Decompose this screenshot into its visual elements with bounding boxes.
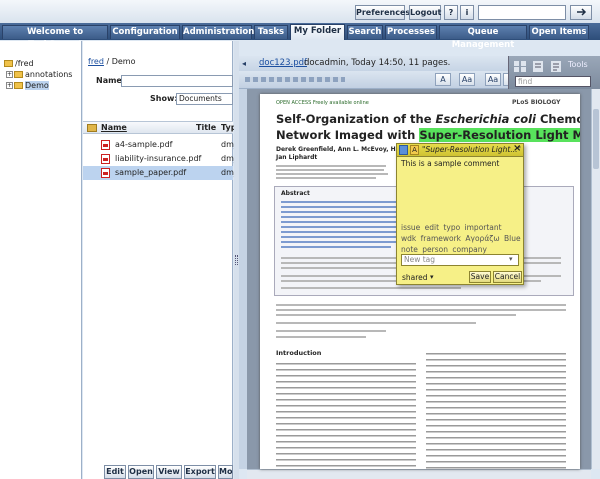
thumbnail-column (239, 89, 247, 469)
shared-select[interactable]: shared (402, 273, 428, 282)
abstract-heading: Abstract (281, 190, 310, 197)
tab-welcome[interactable]: Welcome to TaskSpace! (2, 25, 108, 50)
intro-heading: Introduction (276, 349, 322, 357)
file-row[interactable]: liability-insurance.pdf dm_ (83, 152, 238, 166)
folder-tree-pane (0, 41, 82, 479)
shared-dropdown-icon[interactable]: ▾ (430, 273, 434, 281)
tree-item-demo[interactable]: + Demo (6, 80, 49, 91)
show-filter-label: Show: (150, 94, 178, 103)
horizontal-scrollbar[interactable] (247, 469, 591, 479)
page-strip-thumbs[interactable] (245, 77, 345, 82)
tree-item-annotations[interactable]: + annotations (6, 69, 72, 80)
splitter-grip-icon[interactable] (235, 255, 238, 265)
pdf-icon (101, 154, 110, 164)
logout-button[interactable]: Logout (409, 5, 441, 20)
tab-configuration[interactable]: Configuration (110, 25, 180, 39)
body-column-right (426, 350, 566, 469)
font-size-large-icon[interactable]: Aa (485, 73, 501, 86)
highlight-tool-icon[interactable]: A (435, 73, 451, 86)
global-search-input[interactable] (478, 5, 566, 20)
pdf-icon (101, 168, 110, 178)
folder-icon (14, 71, 23, 78)
tools-label[interactable]: Tools (568, 60, 588, 69)
file-name[interactable]: sample_paper.pdf (115, 166, 186, 180)
paper-authors-line2: Jan Liphardt (276, 154, 318, 161)
view-button[interactable]: View (156, 465, 182, 479)
file-row[interactable]: a4-sample.pdf dm_ (83, 138, 238, 152)
scroll-thumb[interactable] (593, 109, 599, 169)
file-table-header: Name Title Typ (83, 121, 236, 134)
global-search-button[interactable] (570, 5, 592, 20)
annotation-note[interactable]: A "Super-Resolution Light..." × This is … (396, 143, 524, 285)
search-arrow-icon (577, 8, 587, 16)
folder-icon (4, 60, 13, 67)
file-row-selected[interactable]: sample_paper.pdf dm_ (83, 166, 238, 180)
note-title: "Super-Resolution Light..." (422, 145, 521, 154)
highlighted-text[interactable]: Super-Resolution Light Microscopy (419, 128, 580, 142)
file-action-bar: Edit Open View Export More (83, 465, 233, 479)
open-button[interactable]: Open (128, 465, 154, 479)
journal-logo: PLoS BIOLOGY (512, 99, 561, 106)
tree-root[interactable]: /fred (4, 58, 34, 69)
preferences-button[interactable]: Preferences (355, 5, 410, 20)
file-name[interactable]: liability-insurance.pdf (115, 152, 201, 166)
tab-processes[interactable]: Processes (385, 25, 437, 39)
note-tag-list[interactable]: issue edit typo important wdk framework … (401, 222, 521, 254)
tab-search[interactable]: Search (347, 25, 383, 39)
more-button[interactable]: More (218, 465, 233, 479)
expand-icon[interactable]: + (6, 71, 13, 78)
note-cancel-button[interactable]: Cancel (493, 271, 522, 283)
column-title[interactable]: Title (196, 123, 216, 132)
viewer-collapse-icon[interactable]: ◂ (242, 59, 246, 68)
info-button[interactable]: i (460, 5, 474, 20)
find-input[interactable]: find (515, 76, 591, 87)
file-name[interactable]: a4-sample.pdf (115, 138, 172, 152)
folder-icon (14, 82, 23, 89)
sort-icon[interactable] (87, 124, 97, 132)
viewer-file-link[interactable]: doc123.pdf (259, 58, 307, 68)
viewer-file-meta: docadmin, Today 14:50, 11 pages. (304, 58, 451, 68)
name-filter-input[interactable] (121, 75, 233, 87)
tree-root-label: /fred (15, 59, 34, 68)
tab-administration[interactable]: Administration (182, 25, 254, 39)
note-save-button[interactable]: Save (469, 271, 491, 283)
tab-tasks[interactable]: Tasks (254, 25, 288, 39)
tree-item-label: annotations (25, 70, 73, 79)
note-body[interactable]: This is a sample comment (401, 159, 519, 219)
tag-dropdown-icon[interactable]: ▾ (509, 255, 513, 263)
file-list-pane (83, 41, 233, 479)
column-name[interactable]: Name (101, 123, 127, 132)
edit-button[interactable]: Edit (104, 465, 126, 479)
new-tag-input[interactable]: New tag (401, 254, 519, 266)
pdf-icon (101, 140, 110, 150)
tab-my-folder[interactable]: My Folder (290, 24, 345, 40)
note-close-icon[interactable]: × (513, 143, 521, 155)
note-pin-icon[interactable] (399, 145, 408, 155)
bookmark-icon[interactable] (531, 60, 545, 73)
page-strip (245, 74, 345, 85)
tools-panel: Tools find (508, 56, 600, 90)
font-size-icon[interactable]: Aa (459, 73, 475, 86)
paper-title-line2: Network Imaged with Super-Resolution Lig… (276, 128, 580, 142)
tab-open-items[interactable]: Open Items (529, 25, 589, 39)
breadcrumb-current: / Demo (103, 57, 136, 66)
vertical-scrollbar[interactable] (591, 89, 600, 469)
paper-title-line1: Self-Organization of the Escherichia col… (276, 112, 580, 126)
breadcrumb-link-fred[interactable]: fred (88, 57, 104, 66)
notes-icon[interactable] (549, 60, 563, 73)
export-button[interactable]: Export (184, 465, 216, 479)
expand-icon[interactable]: + (6, 82, 13, 89)
breadcrumb: fred / Demo (88, 57, 136, 66)
show-filter-select[interactable]: Documents (176, 93, 233, 105)
body-column-left (276, 360, 416, 469)
journal-tag: OPEN ACCESS Freely available online (276, 100, 369, 106)
note-header[interactable]: A "Super-Resolution Light..." × (397, 143, 523, 157)
tree-item-label: Demo (25, 81, 49, 90)
tab-queue-management[interactable]: Queue Management (439, 25, 527, 50)
help-button[interactable]: ? (444, 5, 458, 20)
note-highlight-icon[interactable]: A (410, 145, 419, 155)
grid-icon[interactable] (513, 60, 527, 73)
